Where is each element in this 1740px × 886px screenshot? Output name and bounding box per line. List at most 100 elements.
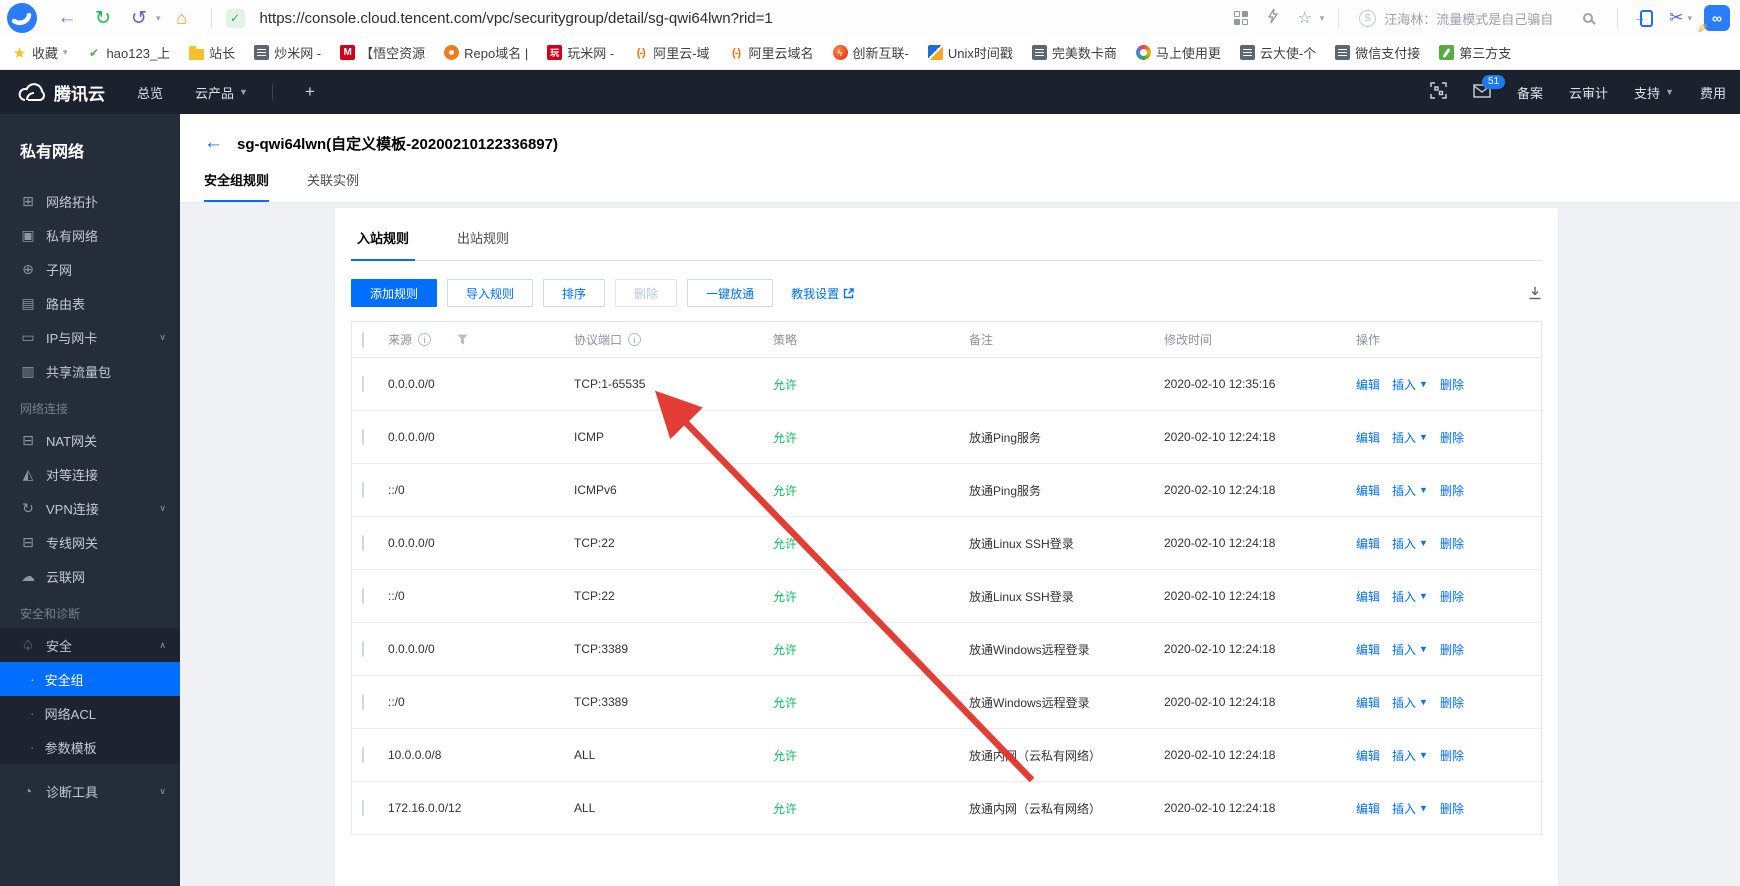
ssl-shield-icon[interactable]: ✓	[225, 8, 245, 28]
import-rule-button[interactable]: 导入规则	[447, 279, 534, 307]
undo-dropdown-caret-icon[interactable]: ▾	[156, 13, 161, 24]
edit-link[interactable]: 编辑	[1356, 641, 1380, 658]
sidebar-item[interactable]: 诊断工具 ∨	[0, 774, 180, 808]
delete-link[interactable]: 删除	[1440, 588, 1464, 605]
topnav-link-support[interactable]: 支持 ▼	[1634, 83, 1674, 102]
home-button[interactable]: ⌂	[167, 4, 197, 32]
edit-link[interactable]: 编辑	[1356, 588, 1380, 605]
screenshot-scissors-icon[interactable]: ✂	[1669, 8, 1683, 28]
delete-button[interactable]: 删除	[615, 279, 678, 307]
add-shortcut-button[interactable]: +	[305, 82, 315, 102]
edit-link[interactable]: 编辑	[1356, 535, 1380, 552]
delete-link[interactable]: 删除	[1440, 641, 1464, 658]
topnav-link-cloudaudit[interactable]: 云审计	[1569, 83, 1608, 102]
favorite-star-icon[interactable]: ☆	[1292, 8, 1318, 28]
undo-button[interactable]: ↺	[124, 4, 154, 32]
edit-link[interactable]: 编辑	[1356, 376, 1380, 393]
back-arrow-button[interactable]: ←	[204, 132, 223, 154]
sidebar-item[interactable]: 子网	[0, 252, 180, 286]
delete-link[interactable]: 删除	[1440, 376, 1464, 393]
row-checkbox[interactable]	[362, 482, 364, 498]
scan-icon[interactable]	[1430, 82, 1447, 102]
tab-security-group-rules[interactable]: 安全组规则	[204, 170, 270, 202]
teach-me-link[interactable]: 教我设置	[791, 285, 854, 302]
browser-search-box[interactable]: S 汪海林：流量模式是自己骗自	[1353, 9, 1603, 28]
browser-account-icon[interactable]: ∞	[1704, 5, 1730, 31]
sidebar-item[interactable]: 专线网关	[0, 525, 180, 559]
messages-button[interactable]: 51	[1473, 74, 1506, 101]
search-icon[interactable]	[1583, 13, 1594, 23]
bookmark-item[interactable]: 完美数卡商	[1031, 43, 1117, 62]
row-checkbox[interactable]	[362, 429, 364, 445]
topnav-link-billing[interactable]: 费用	[1700, 83, 1726, 102]
row-checkbox[interactable]	[362, 641, 364, 657]
insert-link[interactable]: 插入 ▼	[1392, 376, 1428, 393]
refresh-button[interactable]: ↻	[88, 4, 118, 32]
sidebar-item[interactable]: 路由表	[0, 286, 180, 320]
bookmark-item[interactable]: Repo域名 |	[444, 43, 528, 62]
insert-link[interactable]: 插入 ▼	[1392, 800, 1428, 817]
row-checkbox[interactable]	[362, 376, 364, 392]
sidebar-item[interactable]: IP与网卡 ∨	[0, 320, 180, 354]
insert-link[interactable]: 插入 ▼	[1392, 588, 1428, 605]
bookmark-item[interactable]: 创新互联-	[832, 43, 909, 62]
bookmark-item[interactable]: 阿里云域名	[729, 43, 814, 62]
delete-link[interactable]: 删除	[1440, 482, 1464, 499]
lightning-icon[interactable]	[1260, 8, 1286, 29]
bookmark-item[interactable]: 站长	[189, 43, 235, 62]
edit-link[interactable]: 编辑	[1356, 482, 1380, 499]
sidebar-subitem[interactable]: · 参数模板	[0, 730, 180, 764]
edit-link[interactable]: 编辑	[1356, 747, 1380, 764]
tab-inbound-rules[interactable]: 入站规则	[351, 228, 416, 261]
insert-link[interactable]: 插入 ▼	[1392, 694, 1428, 711]
phone-login-icon[interactable]	[1634, 9, 1654, 27]
bookmark-item[interactable]: 马上使用更	[1135, 43, 1221, 62]
bookmark-item[interactable]: 【悟空资源	[340, 43, 425, 62]
sidebar-item[interactable]: 网络拓扑	[0, 184, 180, 218]
tab-associated-instances[interactable]: 关联实例	[307, 170, 359, 202]
insert-link[interactable]: 插入 ▼	[1392, 535, 1428, 552]
tab-outbound-rules[interactable]: 出站规则	[451, 228, 515, 260]
add-rule-button[interactable]: 添加规则	[351, 279, 438, 307]
row-checkbox[interactable]	[362, 535, 364, 551]
sidebar-item[interactable]: NAT网关	[0, 423, 180, 457]
bookmark-item[interactable]: 微信支付接	[1335, 43, 1420, 62]
open-all-button[interactable]: 一键放通	[687, 279, 774, 307]
back-button[interactable]: ←	[52, 4, 82, 32]
bookmark-item[interactable]: 炒米网 -	[254, 43, 321, 62]
sidebar-item[interactable]: 云联网	[0, 559, 180, 593]
row-checkbox[interactable]	[362, 588, 364, 604]
delete-link[interactable]: 删除	[1440, 535, 1464, 552]
tencent-cloud-logo[interactable]: 腾讯云	[18, 80, 105, 105]
edit-link[interactable]: 编辑	[1356, 800, 1380, 817]
sidebar-subitem[interactable]: · 安全组	[0, 662, 180, 696]
bookmark-item[interactable]: 玩米网 -	[547, 43, 614, 62]
info-icon[interactable]	[418, 333, 432, 346]
delete-link[interactable]: 删除	[1440, 429, 1464, 446]
insert-link[interactable]: 插入 ▼	[1392, 429, 1428, 446]
delete-link[interactable]: 删除	[1440, 800, 1464, 817]
screenshot-dropdown-caret-icon[interactable]: ▾	[1687, 13, 1692, 24]
row-checkbox[interactable]	[362, 694, 364, 710]
insert-link[interactable]: 插入 ▼	[1392, 482, 1428, 499]
topnav-item-products[interactable]: 云产品 ▼	[195, 83, 248, 102]
bookmark-item[interactable]: 阿里云-域	[633, 43, 709, 62]
row-checkbox[interactable]	[362, 747, 364, 763]
sidebar-item[interactable]: 安全 ∧	[0, 628, 180, 662]
bookmark-item[interactable]: 收藏 ▾	[12, 43, 68, 62]
favorite-dropdown-caret-icon[interactable]: ▾	[1320, 13, 1325, 24]
sort-button[interactable]: 排序	[543, 279, 606, 307]
search-suggestion-text[interactable]: 汪海林：流量模式是自己骗自	[1384, 9, 1575, 28]
bookmark-item[interactable]: 云大使-个	[1239, 43, 1316, 62]
bookmark-item[interactable]: 第三方支	[1439, 43, 1511, 62]
insert-link[interactable]: 插入 ▼	[1392, 747, 1428, 764]
row-checkbox[interactable]	[362, 800, 364, 816]
bookmark-caret-icon[interactable]: ▾	[63, 47, 68, 58]
select-all-checkbox[interactable]	[362, 331, 364, 348]
sidebar-item[interactable]: VPN连接 ∨	[0, 491, 180, 525]
bookmark-item[interactable]: hao123_上	[87, 43, 171, 62]
topnav-item-overview[interactable]: 总览	[137, 83, 163, 102]
bookmark-item[interactable]: Unix时间戳	[927, 43, 1013, 62]
url-bar[interactable]: https://console.cloud.tencent.com/vpc/se…	[260, 10, 1222, 27]
filter-funnel-icon[interactable]	[457, 334, 468, 345]
